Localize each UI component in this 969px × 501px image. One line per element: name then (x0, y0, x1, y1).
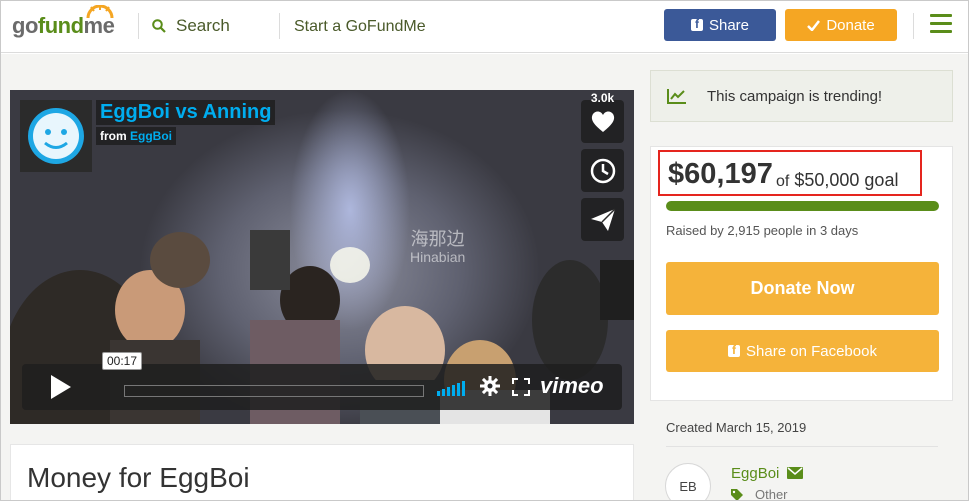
donate-button[interactable]: Donate (785, 9, 897, 41)
share-on-facebook-label: Share on Facebook (746, 342, 877, 360)
share-on-facebook-button[interactable]: Share on Facebook (666, 330, 939, 372)
time-tooltip: 00:17 (102, 352, 143, 370)
envelope-icon[interactable] (787, 467, 803, 479)
amount-highlight: $60,197 of $50,000 goal (658, 150, 922, 196)
search-label: Search (176, 16, 230, 35)
channel-link[interactable]: EggBoi (130, 129, 172, 143)
watermark: 海那边 Hinabian (410, 229, 466, 265)
donate-now-button[interactable]: Donate Now (666, 262, 939, 315)
channel-avatar[interactable] (20, 100, 92, 172)
heart-icon (591, 110, 614, 132)
facebook-icon (690, 17, 703, 31)
header-divider (138, 13, 139, 39)
video-controls: 00:17 vimeo (22, 352, 622, 410)
progress-bar[interactable] (124, 385, 424, 397)
trending-chart-icon (667, 89, 686, 104)
created-date: Created March 15, 2019 (666, 420, 807, 435)
video-player[interactable]: EggBoi vs Anning from EggBoi 3.0k 海那边 Hi… (10, 90, 634, 424)
share-button[interactable]: Share (664, 9, 776, 41)
logo-sun-icon (86, 5, 114, 19)
progress-bar (666, 201, 939, 211)
search-icon (152, 19, 166, 33)
site-header: gofundme Search Start a GoFundMe Share (1, 1, 968, 53)
amount-raised: $60,197 (668, 158, 773, 190)
video-byline: from EggBoi (96, 127, 177, 145)
gear-icon[interactable] (480, 376, 500, 396)
goal-text: of $50,000 goal (776, 170, 899, 190)
share-button-label: Share (708, 16, 750, 34)
video-title[interactable]: EggBoi vs Anning (96, 100, 276, 125)
facebook-icon (728, 343, 741, 357)
header-divider (913, 13, 914, 39)
play-icon (51, 375, 71, 399)
search-link[interactable]: Search (152, 16, 230, 36)
play-button[interactable] (22, 364, 100, 410)
campaign-title-card: Money for EggBoi (10, 444, 634, 500)
browser-frame: gofundme Search Start a GoFundMe Share (0, 0, 969, 501)
organizer-name[interactable]: EggBoi (731, 465, 779, 482)
start-gofundme-link[interactable]: Start a GoFundMe (294, 18, 426, 36)
header-divider (279, 13, 280, 39)
smiley-face-icon (28, 108, 84, 164)
fullscreen-icon[interactable] (512, 378, 530, 396)
raised-by-text: Raised by 2,915 people in 3 days (666, 223, 859, 238)
like-count: 3.0k (590, 91, 615, 105)
organizer-category[interactable]: Other (731, 487, 788, 500)
campaign-title: Money for EggBoi (27, 462, 250, 493)
volume-icon[interactable] (437, 380, 467, 396)
share-video-button[interactable] (581, 198, 624, 241)
clock-icon (590, 158, 615, 183)
trending-banner: This campaign is trending! (650, 70, 953, 122)
check-icon (807, 19, 821, 31)
paper-plane-icon (590, 207, 616, 231)
vimeo-logo[interactable]: vimeo (540, 373, 604, 399)
divider (666, 446, 938, 447)
like-button[interactable] (581, 100, 624, 143)
trending-text: This campaign is trending! (707, 88, 883, 105)
hamburger-menu-icon[interactable] (930, 14, 952, 34)
watch-later-button[interactable] (581, 149, 624, 192)
tag-icon (731, 488, 743, 500)
donation-card: $60,197 of $50,000 goal Raised by 2,915 … (650, 146, 953, 401)
donate-button-label: Donate (826, 16, 875, 34)
organizer-avatar[interactable]: EB (665, 463, 711, 500)
